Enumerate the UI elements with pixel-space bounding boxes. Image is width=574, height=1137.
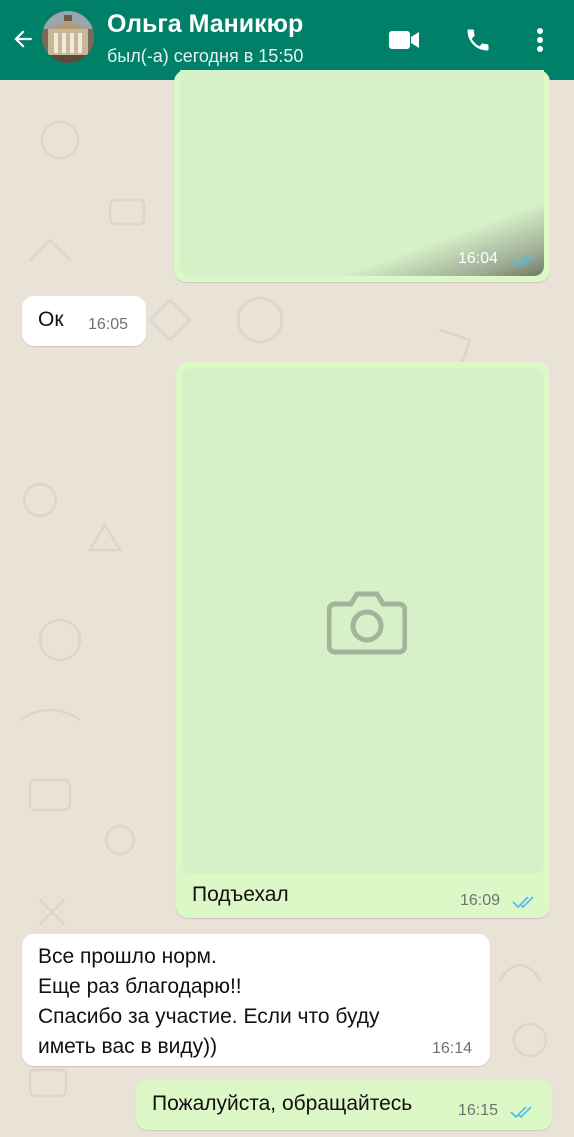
avatar-image (42, 11, 94, 63)
video-camera-icon (389, 31, 419, 49)
more-options-button[interactable] (522, 22, 558, 58)
more-vertical-icon (537, 28, 543, 52)
message-line: Спасибо за участие. Если что буду (38, 1005, 380, 1028)
double-check-icon (512, 254, 534, 267)
message-line: иметь вас в виду)) (38, 1035, 218, 1058)
message-time: 16:04 (458, 250, 499, 267)
back-button[interactable] (8, 24, 38, 54)
message-time: 16:14 (432, 1040, 473, 1057)
incoming-text-message[interactable]: Ок 16:05 (22, 296, 146, 346)
outgoing-text-message[interactable]: Пожалуйста, обращайтесь 16:15 (136, 1080, 552, 1130)
image-placeholder[interactable] (182, 368, 544, 874)
chat-header: Ольга Маникюр был(-а) сегодня в 15:50 (0, 0, 574, 80)
image-caption: Подъехал (192, 883, 289, 906)
message-text: Ок (38, 308, 64, 331)
image-preview[interactable] (180, 70, 544, 276)
message-line: Все прошло норм. (38, 945, 217, 968)
contact-name[interactable]: Ольга Маникюр (107, 10, 303, 39)
voice-call-button[interactable] (460, 22, 496, 58)
message-time: 16:05 (88, 316, 129, 333)
message-time: 16:09 (460, 892, 501, 909)
message-time: 16:15 (458, 1102, 499, 1119)
incoming-text-message[interactable]: Все прошло норм. Еще раз благодарю!! Спа… (22, 934, 490, 1066)
message-line: Еще раз благодарю!! (38, 975, 242, 998)
last-seen-status[interactable]: был(-а) сегодня в 15:50 (107, 46, 303, 67)
camera-icon (327, 591, 407, 655)
double-check-icon (512, 896, 534, 909)
video-call-button[interactable] (386, 22, 422, 58)
phone-icon (467, 29, 489, 51)
outgoing-image-message[interactable]: Подъехал 16:09 (176, 362, 550, 918)
avatar[interactable] (42, 11, 94, 63)
message-text: Пожалуйста, обращайтесь (152, 1092, 413, 1115)
message-text: Все прошло норм. Еще раз благодарю!! Спа… (38, 942, 380, 1062)
double-check-icon (510, 1106, 532, 1119)
arrow-left-icon (14, 30, 32, 48)
